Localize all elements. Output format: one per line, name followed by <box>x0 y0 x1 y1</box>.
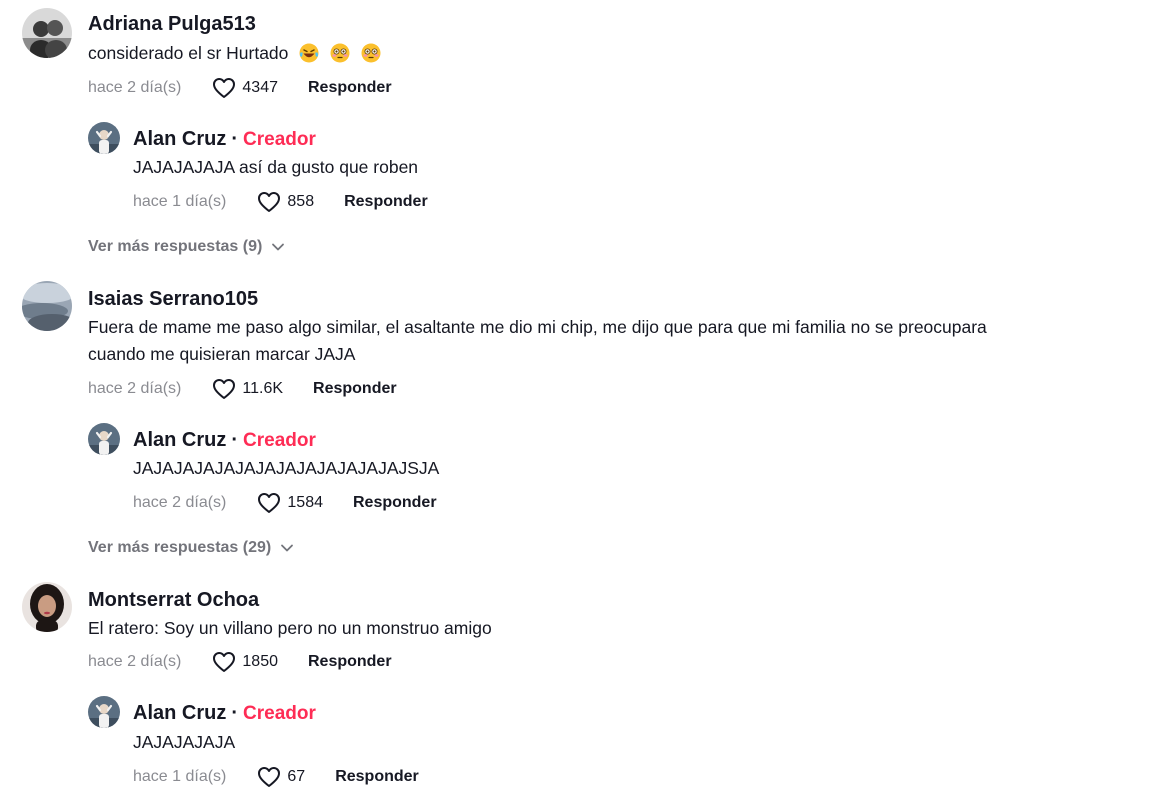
chevron-down-icon <box>281 544 294 552</box>
heart-icon <box>258 192 281 212</box>
comment-author[interactable]: Adriana Pulga513 <box>88 12 256 36</box>
view-more-replies-button[interactable]: Ver más respuestas (29) <box>88 539 294 557</box>
heart-icon <box>258 493 281 513</box>
comment-text-line-1: Fuera de mame me paso algo similar, el a… <box>88 317 987 337</box>
avatar[interactable] <box>22 281 72 331</box>
avatar[interactable] <box>88 696 120 728</box>
reply-meta: hace 1 día(s) 858 Responder <box>133 190 428 214</box>
creator-badge: Creador <box>243 129 316 150</box>
like-button[interactable]: 858 <box>257 191 314 213</box>
reply-author-line: Alan Cruz · Creador <box>133 428 316 453</box>
like-count: 11.6K <box>242 380 284 397</box>
reply-button[interactable]: Responder <box>353 494 437 512</box>
view-more-replies-button[interactable]: Ver más respuestas (9) <box>88 238 285 256</box>
separator-dot: · <box>231 128 239 150</box>
reply-time: hace 1 día(s) <box>133 768 227 785</box>
like-count: 858 <box>287 193 315 210</box>
reply-button[interactable]: Responder <box>313 380 397 398</box>
like-button[interactable]: 1584 <box>257 492 323 514</box>
like-button[interactable]: 4347 <box>212 77 278 99</box>
comment-time: hace 2 día(s) <box>88 79 182 96</box>
creator-badge: Creador <box>243 430 316 451</box>
flushed-face-icon <box>361 43 381 63</box>
reply-author[interactable]: Alan Cruz <box>133 702 226 724</box>
reply-button[interactable]: Responder <box>308 79 392 97</box>
comment-author[interactable]: Isaias Serrano105 <box>88 287 258 311</box>
reply-text: JAJAJAJAJAJAJAJAJAJAJAJAJAJSJA <box>133 458 440 478</box>
heart-icon <box>213 78 236 98</box>
comment-text-body: considerado el sr Hurtado <box>88 43 289 63</box>
comment-author[interactable]: Montserrat Ochoa <box>88 588 259 612</box>
comment-text-line-2: cuando me quisieran marcar JAJA <box>88 344 356 364</box>
like-button[interactable]: 1850 <box>212 651 278 673</box>
reply-text: JAJAJAJAJA <box>133 732 236 752</box>
comment-text: El ratero: Soy un villano pero no un mon… <box>88 618 492 638</box>
view-more-replies-label: Ver más respuestas (9) <box>88 238 263 255</box>
chevron-down-icon <box>272 243 285 251</box>
like-count: 1850 <box>242 653 278 670</box>
reply-button[interactable]: Responder <box>335 768 419 786</box>
like-count: 4347 <box>242 79 278 96</box>
avatar[interactable] <box>88 122 120 154</box>
like-count: 1584 <box>287 494 323 511</box>
view-more-replies-label: Ver más respuestas (29) <box>88 539 272 556</box>
flushed-face-icon <box>330 43 350 63</box>
comment-time: hace 2 día(s) <box>88 653 182 670</box>
creator-badge: Creador <box>243 703 316 724</box>
reply-meta: hace 1 día(s) 67 Responder <box>133 765 419 789</box>
separator-dot: · <box>231 429 239 451</box>
avatar[interactable] <box>22 8 72 58</box>
separator-dot: · <box>231 702 239 724</box>
avatar[interactable] <box>88 423 120 455</box>
reply-meta: hace 2 día(s) 1584 Responder <box>133 491 437 515</box>
like-count: 67 <box>287 768 306 785</box>
heart-icon <box>213 652 236 672</box>
reply-author[interactable]: Alan Cruz <box>133 429 226 451</box>
avatar[interactable] <box>22 582 72 632</box>
comment-meta: hace 2 día(s) 4347 Responder <box>88 76 392 100</box>
comment-meta: hace 2 día(s) 1850 Responder <box>88 650 392 674</box>
reply-button[interactable]: Responder <box>308 653 392 671</box>
reply-author-line: Alan Cruz · Creador <box>133 127 316 152</box>
reply-author-line: Alan Cruz · Creador <box>133 701 316 726</box>
reply-author[interactable]: Alan Cruz <box>133 128 226 150</box>
reply-button[interactable]: Responder <box>344 193 428 211</box>
reply-time: hace 1 día(s) <box>133 193 227 210</box>
heart-icon <box>213 379 236 399</box>
like-button[interactable]: 67 <box>257 766 305 788</box>
reply-text: JAJAJAJAJA así da gusto que roben <box>133 157 419 177</box>
reply-time: hace 2 día(s) <box>133 494 227 511</box>
comment-time: hace 2 día(s) <box>88 380 182 397</box>
comment-text: considerado el sr Hurtado <box>88 39 381 67</box>
laughing-face-icon <box>299 43 319 63</box>
comment-meta: hace 2 día(s) 11.6K Responder <box>88 377 397 401</box>
heart-icon <box>258 767 281 787</box>
like-button[interactable]: 11.6K <box>212 378 283 400</box>
